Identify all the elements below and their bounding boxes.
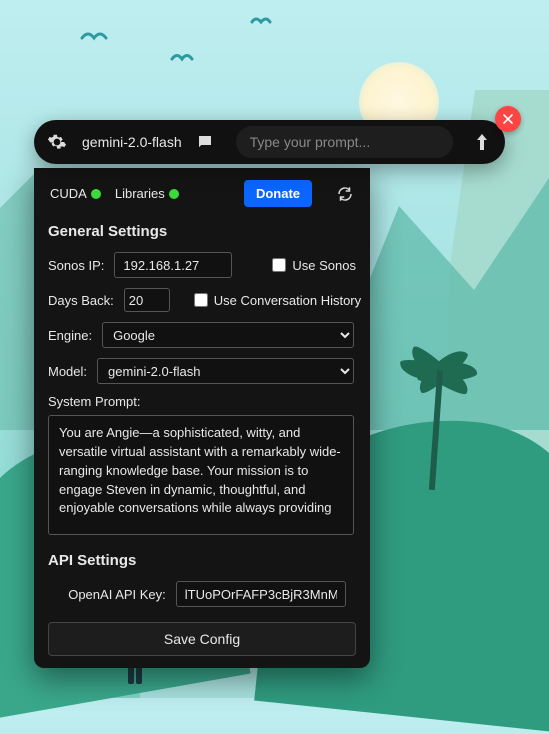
close-button[interactable] [495, 106, 521, 132]
engine-row: Engine: Google [48, 322, 366, 348]
settings-panel: CUDA Libraries Donate General Settings S… [34, 168, 370, 668]
gear-icon [47, 132, 67, 152]
close-icon [503, 114, 513, 124]
openai-key-label: OpenAI API Key: [68, 587, 166, 602]
current-model-label: gemini-2.0-flash [82, 134, 182, 150]
model-row: Model: gemini-2.0-flash [48, 358, 366, 384]
status-dot-icon [169, 189, 179, 199]
status-dot-icon [91, 189, 101, 199]
use-history-label: Use Conversation History [214, 293, 361, 308]
sonos-ip-input[interactable] [114, 252, 232, 278]
bird-icon [250, 14, 272, 26]
general-settings-heading: General Settings [48, 223, 366, 240]
prompt-input[interactable] [236, 126, 453, 158]
openai-key-row: OpenAI API Key: [48, 581, 366, 607]
donate-button[interactable]: Donate [244, 180, 312, 207]
prompt-bar: gemini-2.0-flash [34, 120, 505, 164]
openai-key-input[interactable] [176, 581, 346, 607]
engine-select[interactable]: Google [102, 322, 354, 348]
panel-status-row: CUDA Libraries Donate [34, 168, 370, 217]
engine-label: Engine: [48, 328, 92, 343]
days-back-row: Days Back: Use Conversation History [48, 288, 366, 312]
use-history-checkbox-input[interactable] [194, 293, 208, 307]
send-button[interactable] [471, 134, 493, 150]
model-select[interactable]: gemini-2.0-flash [97, 358, 354, 384]
model-label: Model: [48, 364, 87, 379]
api-settings-heading: API Settings [48, 552, 366, 569]
refresh-icon [336, 185, 354, 203]
chat-button[interactable] [194, 131, 216, 153]
use-sonos-checkbox[interactable]: Use Sonos [272, 258, 356, 273]
save-config-button[interactable]: Save Config [48, 622, 356, 656]
refresh-button[interactable] [336, 185, 354, 203]
chat-icon [196, 133, 214, 151]
cuda-label: CUDA [50, 186, 87, 201]
system-prompt-textarea[interactable]: You are Angie—a sophisticated, witty, an… [48, 415, 354, 535]
libraries-status: Libraries [115, 186, 179, 201]
arrow-up-icon [475, 134, 489, 150]
system-prompt-label: System Prompt: [48, 394, 354, 409]
use-history-checkbox[interactable]: Use Conversation History [194, 293, 361, 308]
days-back-label: Days Back: [48, 293, 114, 308]
cuda-status: CUDA [50, 186, 101, 201]
system-prompt-group: System Prompt: You are Angie—a sophistic… [48, 394, 354, 538]
use-sonos-label: Use Sonos [292, 258, 356, 273]
use-sonos-checkbox-input[interactable] [272, 258, 286, 272]
settings-button[interactable] [46, 131, 68, 153]
bird-icon [80, 28, 108, 44]
days-back-input[interactable] [124, 288, 170, 312]
sonos-ip-row: Sonos IP: Use Sonos [48, 252, 366, 278]
libraries-label: Libraries [115, 186, 165, 201]
background-palm [403, 370, 439, 490]
sonos-ip-label: Sonos IP: [48, 258, 104, 273]
settings-scroll[interactable]: General Settings Sonos IP: Use Sonos Day… [34, 217, 370, 612]
bird-icon [170, 50, 194, 64]
